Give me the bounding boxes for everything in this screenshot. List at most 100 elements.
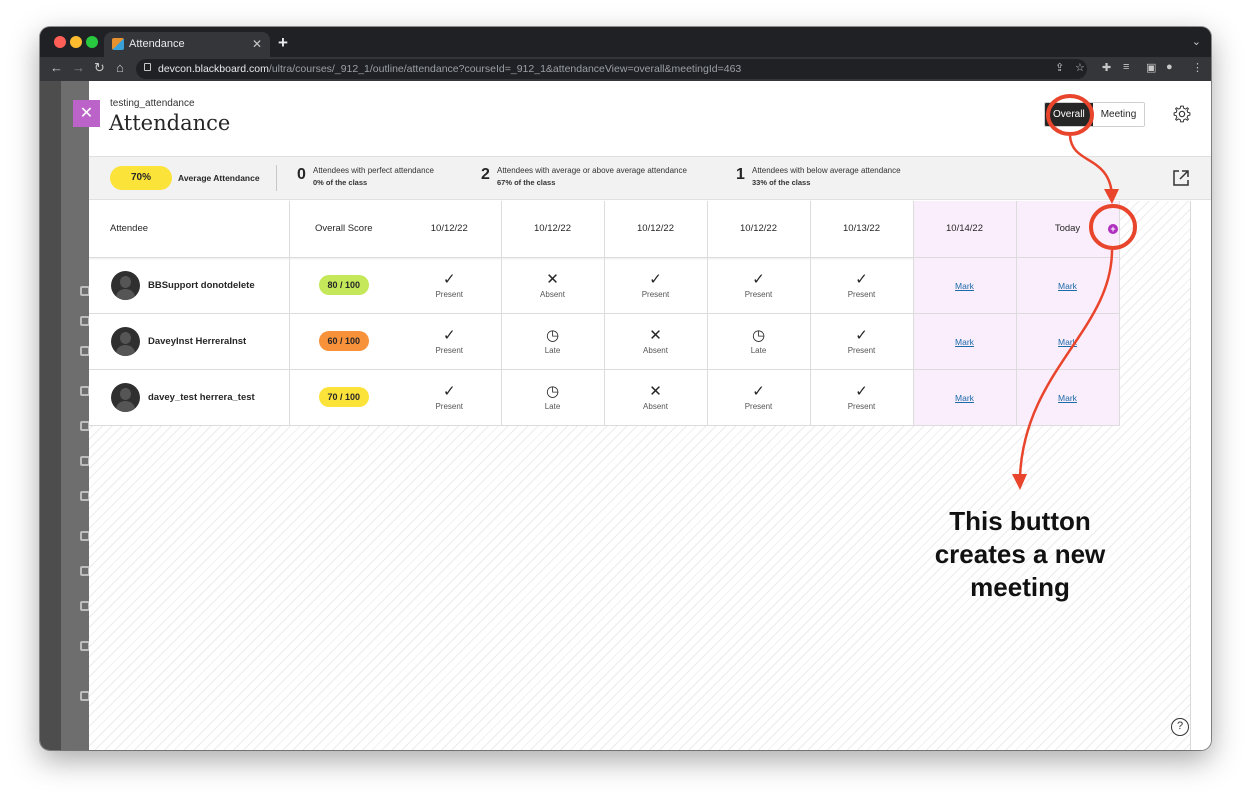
mark-link[interactable]: Mark (1058, 393, 1077, 403)
extensions-icon[interactable]: ✚ (1102, 61, 1111, 74)
minimize-window-button[interactable] (70, 36, 82, 48)
above-average-label: Attendees with average or above average … (497, 166, 687, 175)
bookmark-star-icon[interactable]: ☆ (1075, 61, 1085, 74)
date-column-header[interactable]: 10/13/22 (810, 201, 914, 258)
mark-link[interactable]: Mark (955, 281, 974, 291)
status-cell[interactable]: ✓ Present (398, 257, 502, 314)
page-viewport: ✕ testing_attendance Attendance Overall … (40, 81, 1211, 750)
export-icon[interactable] (1171, 168, 1191, 188)
back-icon[interactable]: ← (50, 60, 63, 75)
mark-link[interactable]: Mark (955, 393, 974, 403)
mark-cell: Mark (913, 369, 1017, 426)
perfect-attendance-label: Attendees with perfect attendance (313, 166, 434, 175)
mark-cell: Mark (913, 257, 1017, 314)
chevron-down-icon[interactable]: ⌄ (1192, 35, 1201, 48)
average-attendance-label: Average Attendance (178, 173, 260, 183)
date-column-header[interactable]: 10/12/22 (604, 201, 708, 258)
attendance-summary: 70% Average Attendance 0 Attendees with … (89, 156, 1211, 200)
status-cell[interactable]: ✕ Absent (604, 369, 708, 426)
today-column-header[interactable]: Today (1016, 201, 1120, 258)
perfect-attendance-share: 0% of the class (313, 178, 368, 187)
below-average-count: 1 (736, 166, 745, 183)
x-icon: ✕ (649, 382, 662, 400)
close-panel-button[interactable]: ✕ (73, 100, 100, 127)
mark-link[interactable]: Mark (1058, 337, 1077, 347)
new-tab-button[interactable]: + (278, 33, 288, 53)
mark-link[interactable]: Mark (1058, 281, 1077, 291)
status-cell[interactable]: ✓ Present (398, 313, 502, 370)
status-cell[interactable]: ✕ Absent (501, 257, 605, 314)
close-window-button[interactable] (54, 36, 66, 48)
avatar (111, 270, 140, 300)
overall-view-button[interactable]: Overall (1045, 103, 1093, 126)
status-cell[interactable]: ◷ Late (501, 313, 605, 370)
attendance-grid: Attendee Overall Score 10/12/22 10/12/22… (89, 201, 1191, 750)
share-icon[interactable]: ⇪ (1055, 61, 1064, 74)
annotation-text: This button (949, 506, 1091, 536)
mark-cell: Mark (1016, 257, 1120, 314)
score-cell: 80 / 100 (289, 257, 398, 314)
summary-divider (276, 165, 277, 191)
attendee-cell: DaveyInst HerreraInst (89, 313, 290, 370)
attendee-column-header[interactable]: Attendee (89, 201, 290, 258)
score-column-header[interactable]: Overall Score (289, 201, 398, 258)
status-cell[interactable]: ✓ Present (810, 257, 914, 314)
date-column-header[interactable]: 10/12/22 (707, 201, 811, 258)
status-cell[interactable]: ✓ Present (707, 369, 811, 426)
date-column-header[interactable]: 10/12/22 (398, 201, 502, 258)
status-label: Absent (643, 345, 668, 355)
status-label: Present (847, 289, 876, 299)
maximize-window-button[interactable] (86, 36, 98, 48)
check-icon: ✓ (855, 382, 868, 400)
student-name[interactable]: DaveyInst HerreraInst (148, 336, 246, 347)
mark-link[interactable]: Mark (955, 337, 974, 347)
status-cell[interactable]: ✓ Present (398, 369, 502, 426)
browser-window: Attendance ✕ + ⌄ ← → ↻ ⌂ devcon.blackboa… (40, 27, 1211, 750)
status-label: Present (435, 401, 464, 411)
status-label: Late (544, 401, 561, 411)
view-toggle: Overall Meeting (1044, 102, 1146, 127)
profile-avatar[interactable]: ● (1166, 61, 1173, 73)
score-cell: 60 / 100 (289, 313, 398, 370)
add-meeting-button[interactable]: + (1108, 224, 1118, 234)
help-icon[interactable]: ? (1171, 718, 1189, 736)
clock-icon: ◷ (545, 382, 560, 400)
meeting-view-button[interactable]: Meeting (1092, 103, 1145, 126)
date-column-header[interactable]: 10/14/22 (913, 201, 1017, 258)
average-attendance-badge: 70% (110, 166, 172, 190)
status-cell[interactable]: ◷ Late (501, 369, 605, 426)
status-label: Present (744, 401, 773, 411)
mark-cell: Mark (1016, 369, 1120, 426)
attendance-panel: ✕ testing_attendance Attendance Overall … (73, 81, 1211, 750)
date-column-header[interactable]: 10/12/22 (501, 201, 605, 258)
tab-close-icon[interactable]: ✕ (252, 37, 262, 51)
student-name[interactable]: BBSupport donotdelete (148, 280, 255, 291)
browser-tab[interactable]: Attendance ✕ (104, 32, 270, 57)
status-cell[interactable]: ✓ Present (810, 313, 914, 370)
tab-title: Attendance (129, 38, 185, 50)
status-cell[interactable]: ✓ Present (810, 369, 914, 426)
browser-menu-icon[interactable]: ⋮ (1192, 61, 1203, 74)
status-cell[interactable]: ✓ Present (604, 257, 708, 314)
above-average-count: 2 (481, 166, 490, 183)
reload-icon[interactable]: ↻ (94, 60, 105, 76)
table-row: davey_test herrera_test 70 / 100 ✓ Presen… (89, 369, 1120, 426)
score-cell: 70 / 100 (289, 369, 398, 426)
status-cell[interactable]: ◷ Late (707, 313, 811, 370)
home-icon[interactable]: ⌂ (116, 60, 124, 75)
student-name[interactable]: davey_test herrera_test (148, 392, 255, 403)
check-icon: ✓ (442, 382, 456, 400)
status-cell[interactable]: ✓ Present (707, 257, 811, 314)
gear-icon[interactable] (1172, 104, 1192, 124)
annotation-text: creates a new (934, 539, 1106, 569)
attendee-cell: davey_test herrera_test (89, 369, 290, 426)
above-average-share: 67% of the class (497, 178, 556, 187)
forward-icon[interactable]: → (72, 60, 85, 75)
status-label: Late (750, 345, 767, 355)
status-label: Absent (540, 289, 565, 299)
side-panel-icon[interactable]: ▣ (1146, 61, 1156, 74)
status-cell[interactable]: ✕ Absent (604, 313, 708, 370)
table-row: DaveyInst HerreraInst 60 / 100 ✓ Present … (89, 313, 1120, 370)
address-bar[interactable]: devcon.blackboard.com/ultra/courses/_912… (136, 59, 1087, 79)
media-queue-icon[interactable]: ≡ (1123, 61, 1129, 73)
